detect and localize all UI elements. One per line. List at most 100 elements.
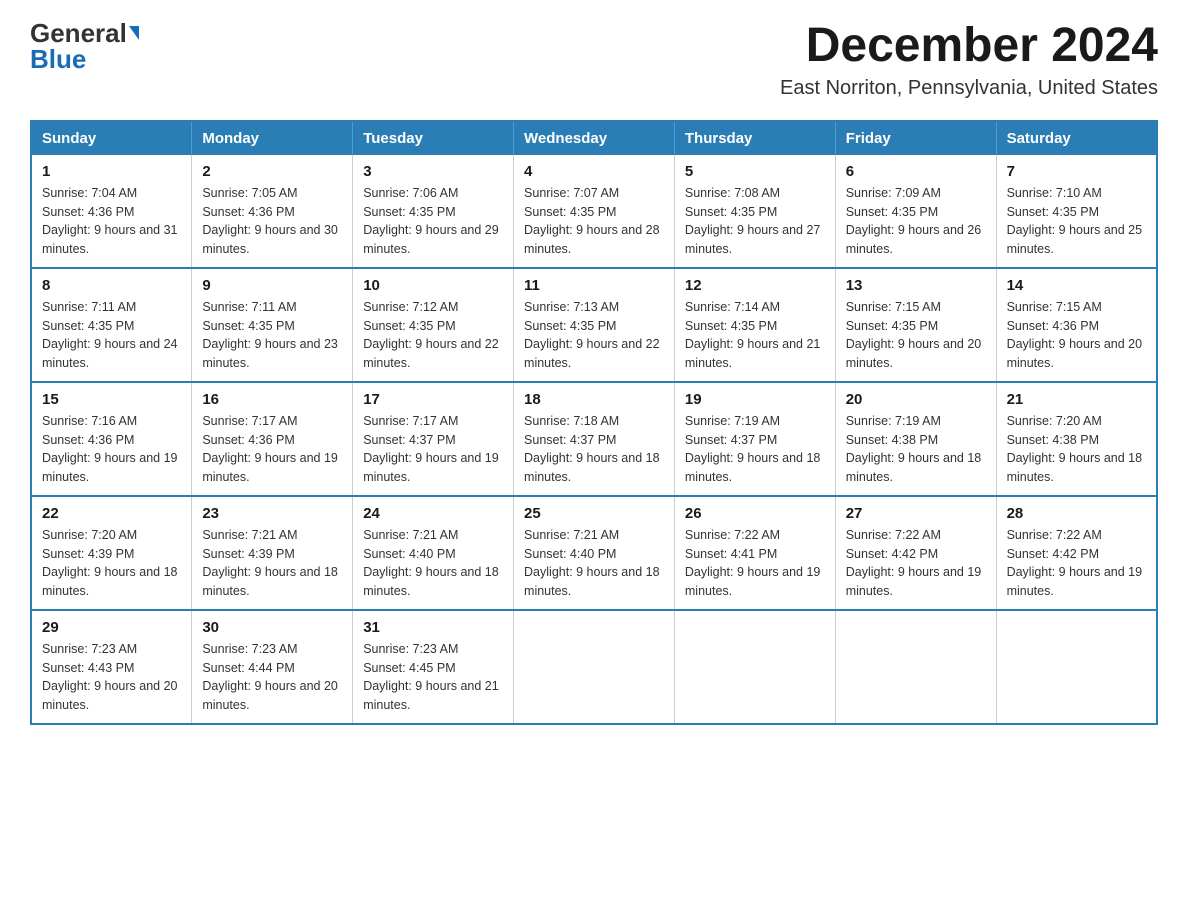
day-info: Sunrise: 7:18 AMSunset: 4:37 PMDaylight:… (524, 412, 664, 487)
calendar-day-cell: 11 Sunrise: 7:13 AMSunset: 4:35 PMDayligh… (514, 268, 675, 382)
calendar-day-cell: 21 Sunrise: 7:20 AMSunset: 4:38 PMDayligh… (996, 382, 1157, 496)
day-info: Sunrise: 7:21 AMSunset: 4:40 PMDaylight:… (363, 526, 503, 601)
weekday-header-tuesday: Tuesday (353, 121, 514, 155)
weekday-header-wednesday: Wednesday (514, 121, 675, 155)
calendar-day-cell (674, 610, 835, 724)
day-info: Sunrise: 7:16 AMSunset: 4:36 PMDaylight:… (42, 412, 181, 487)
title-area: December 2024 East Norriton, Pennsylvani… (780, 20, 1158, 100)
calendar-day-cell: 22 Sunrise: 7:20 AMSunset: 4:39 PMDayligh… (31, 496, 192, 610)
calendar-day-cell (514, 610, 675, 724)
day-number: 30 (202, 619, 342, 636)
calendar-day-cell: 28Sunrise: 7:22 AMSunset: 4:42 PMDayligh… (996, 496, 1157, 610)
calendar-day-cell: 18 Sunrise: 7:18 AMSunset: 4:37 PMDayligh… (514, 382, 675, 496)
day-info: Sunrise: 7:21 AMSunset: 4:39 PMDaylight:… (202, 526, 342, 601)
day-number: 14 (1007, 277, 1146, 294)
day-info: Sunrise: 7:21 AMSunset: 4:40 PMDaylight:… (524, 526, 664, 601)
calendar-day-cell: 14Sunrise: 7:15 AMSunset: 4:36 PMDayligh… (996, 268, 1157, 382)
day-number: 29 (42, 619, 181, 636)
month-title: December 2024 (780, 20, 1158, 73)
day-info: Sunrise: 7:11 AMSunset: 4:35 PMDaylight:… (202, 298, 342, 373)
day-info: Sunrise: 7:15 AMSunset: 4:35 PMDaylight:… (846, 298, 986, 373)
weekday-header-friday: Friday (835, 121, 996, 155)
day-number: 22 (42, 505, 181, 522)
calendar-day-cell: 6Sunrise: 7:09 AMSunset: 4:35 PMDaylight… (835, 155, 996, 268)
day-info: Sunrise: 7:19 AMSunset: 4:38 PMDaylight:… (846, 412, 986, 487)
day-info: Sunrise: 7:19 AMSunset: 4:37 PMDaylight:… (685, 412, 825, 487)
calendar-day-cell: 8Sunrise: 7:11 AMSunset: 4:35 PMDaylight… (31, 268, 192, 382)
calendar-week-row: 8Sunrise: 7:11 AMSunset: 4:35 PMDaylight… (31, 268, 1157, 382)
calendar-day-cell: 24 Sunrise: 7:21 AMSunset: 4:40 PMDayligh… (353, 496, 514, 610)
day-number: 12 (685, 277, 825, 294)
calendar-week-row: 22 Sunrise: 7:20 AMSunset: 4:39 PMDayligh… (31, 496, 1157, 610)
calendar-day-cell: 17Sunrise: 7:17 AMSunset: 4:37 PMDayligh… (353, 382, 514, 496)
day-number: 26 (685, 505, 825, 522)
logo: General Blue (30, 20, 139, 72)
calendar-day-cell: 5 Sunrise: 7:08 AMSunset: 4:35 PMDaylight… (674, 155, 835, 268)
weekday-header-monday: Monday (192, 121, 353, 155)
page-header: General Blue December 2024 East Norriton… (30, 20, 1158, 100)
day-number: 15 (42, 391, 181, 408)
logo-triangle-icon (129, 26, 139, 40)
weekday-header-row: SundayMondayTuesdayWednesdayThursdayFrid… (31, 121, 1157, 155)
weekday-header-sunday: Sunday (31, 121, 192, 155)
day-info: Sunrise: 7:20 AMSunset: 4:38 PMDaylight:… (1007, 412, 1146, 487)
day-info: Sunrise: 7:13 AMSunset: 4:35 PMDaylight:… (524, 298, 664, 373)
calendar-day-cell (996, 610, 1157, 724)
day-info: Sunrise: 7:10 AMSunset: 4:35 PMDaylight:… (1007, 184, 1146, 259)
day-info: Sunrise: 7:11 AMSunset: 4:35 PMDaylight:… (42, 298, 181, 373)
day-number: 11 (524, 277, 664, 294)
day-number: 24 (363, 505, 503, 522)
day-info: Sunrise: 7:09 AMSunset: 4:35 PMDaylight:… (846, 184, 986, 259)
day-number: 20 (846, 391, 986, 408)
day-number: 28 (1007, 505, 1146, 522)
calendar-day-cell (835, 610, 996, 724)
day-info: Sunrise: 7:23 AMSunset: 4:45 PMDaylight:… (363, 640, 503, 715)
day-info: Sunrise: 7:23 AMSunset: 4:44 PMDaylight:… (202, 640, 342, 715)
calendar-day-cell: 3Sunrise: 7:06 AMSunset: 4:35 PMDaylight… (353, 155, 514, 268)
calendar-day-cell: 30 Sunrise: 7:23 AMSunset: 4:44 PMDayligh… (192, 610, 353, 724)
day-number: 10 (363, 277, 503, 294)
day-number: 9 (202, 277, 342, 294)
day-number: 2 (202, 163, 342, 180)
day-number: 1 (42, 163, 181, 180)
day-info: Sunrise: 7:22 AMSunset: 4:41 PMDaylight:… (685, 526, 825, 601)
calendar-day-cell: 1 Sunrise: 7:04 AMSunset: 4:36 PMDaylight… (31, 155, 192, 268)
day-info: Sunrise: 7:12 AMSunset: 4:35 PMDaylight:… (363, 298, 503, 373)
calendar-day-cell: 16 Sunrise: 7:17 AMSunset: 4:36 PMDayligh… (192, 382, 353, 496)
calendar-day-cell: 10 Sunrise: 7:12 AMSunset: 4:35 PMDayligh… (353, 268, 514, 382)
weekday-header-thursday: Thursday (674, 121, 835, 155)
calendar-day-cell: 4 Sunrise: 7:07 AMSunset: 4:35 PMDaylight… (514, 155, 675, 268)
day-number: 21 (1007, 391, 1146, 408)
calendar-week-row: 1 Sunrise: 7:04 AMSunset: 4:36 PMDaylight… (31, 155, 1157, 268)
calendar-day-cell: 31 Sunrise: 7:23 AMSunset: 4:45 PMDayligh… (353, 610, 514, 724)
calendar-week-row: 15 Sunrise: 7:16 AMSunset: 4:36 PMDayligh… (31, 382, 1157, 496)
calendar-day-cell: 12 Sunrise: 7:14 AMSunset: 4:35 PMDayligh… (674, 268, 835, 382)
calendar-day-cell: 15 Sunrise: 7:16 AMSunset: 4:36 PMDayligh… (31, 382, 192, 496)
day-number: 13 (846, 277, 986, 294)
day-info: Sunrise: 7:20 AMSunset: 4:39 PMDaylight:… (42, 526, 181, 601)
day-number: 31 (363, 619, 503, 636)
calendar-day-cell: 23 Sunrise: 7:21 AMSunset: 4:39 PMDayligh… (192, 496, 353, 610)
day-number: 5 (685, 163, 825, 180)
calendar-day-cell: 9 Sunrise: 7:11 AMSunset: 4:35 PMDaylight… (192, 268, 353, 382)
day-info: Sunrise: 7:04 AMSunset: 4:36 PMDaylight:… (42, 184, 181, 259)
calendar-day-cell: 25 Sunrise: 7:21 AMSunset: 4:40 PMDayligh… (514, 496, 675, 610)
logo-general-text: General (30, 20, 127, 46)
day-number: 23 (202, 505, 342, 522)
calendar-week-row: 29Sunrise: 7:23 AMSunset: 4:43 PMDayligh… (31, 610, 1157, 724)
calendar-day-cell: 26 Sunrise: 7:22 AMSunset: 4:41 PMDayligh… (674, 496, 835, 610)
day-number: 25 (524, 505, 664, 522)
day-info: Sunrise: 7:17 AMSunset: 4:37 PMDaylight:… (363, 412, 503, 487)
day-info: Sunrise: 7:07 AMSunset: 4:35 PMDaylight:… (524, 184, 664, 259)
day-number: 18 (524, 391, 664, 408)
calendar-day-cell: 27Sunrise: 7:22 AMSunset: 4:42 PMDayligh… (835, 496, 996, 610)
day-info: Sunrise: 7:05 AMSunset: 4:36 PMDaylight:… (202, 184, 342, 259)
day-info: Sunrise: 7:08 AMSunset: 4:35 PMDaylight:… (685, 184, 825, 259)
day-info: Sunrise: 7:14 AMSunset: 4:35 PMDaylight:… (685, 298, 825, 373)
day-number: 16 (202, 391, 342, 408)
calendar-day-cell: 19Sunrise: 7:19 AMSunset: 4:37 PMDayligh… (674, 382, 835, 496)
day-number: 4 (524, 163, 664, 180)
calendar-day-cell: 2 Sunrise: 7:05 AMSunset: 4:36 PMDaylight… (192, 155, 353, 268)
weekday-header-saturday: Saturday (996, 121, 1157, 155)
day-info: Sunrise: 7:17 AMSunset: 4:36 PMDaylight:… (202, 412, 342, 487)
